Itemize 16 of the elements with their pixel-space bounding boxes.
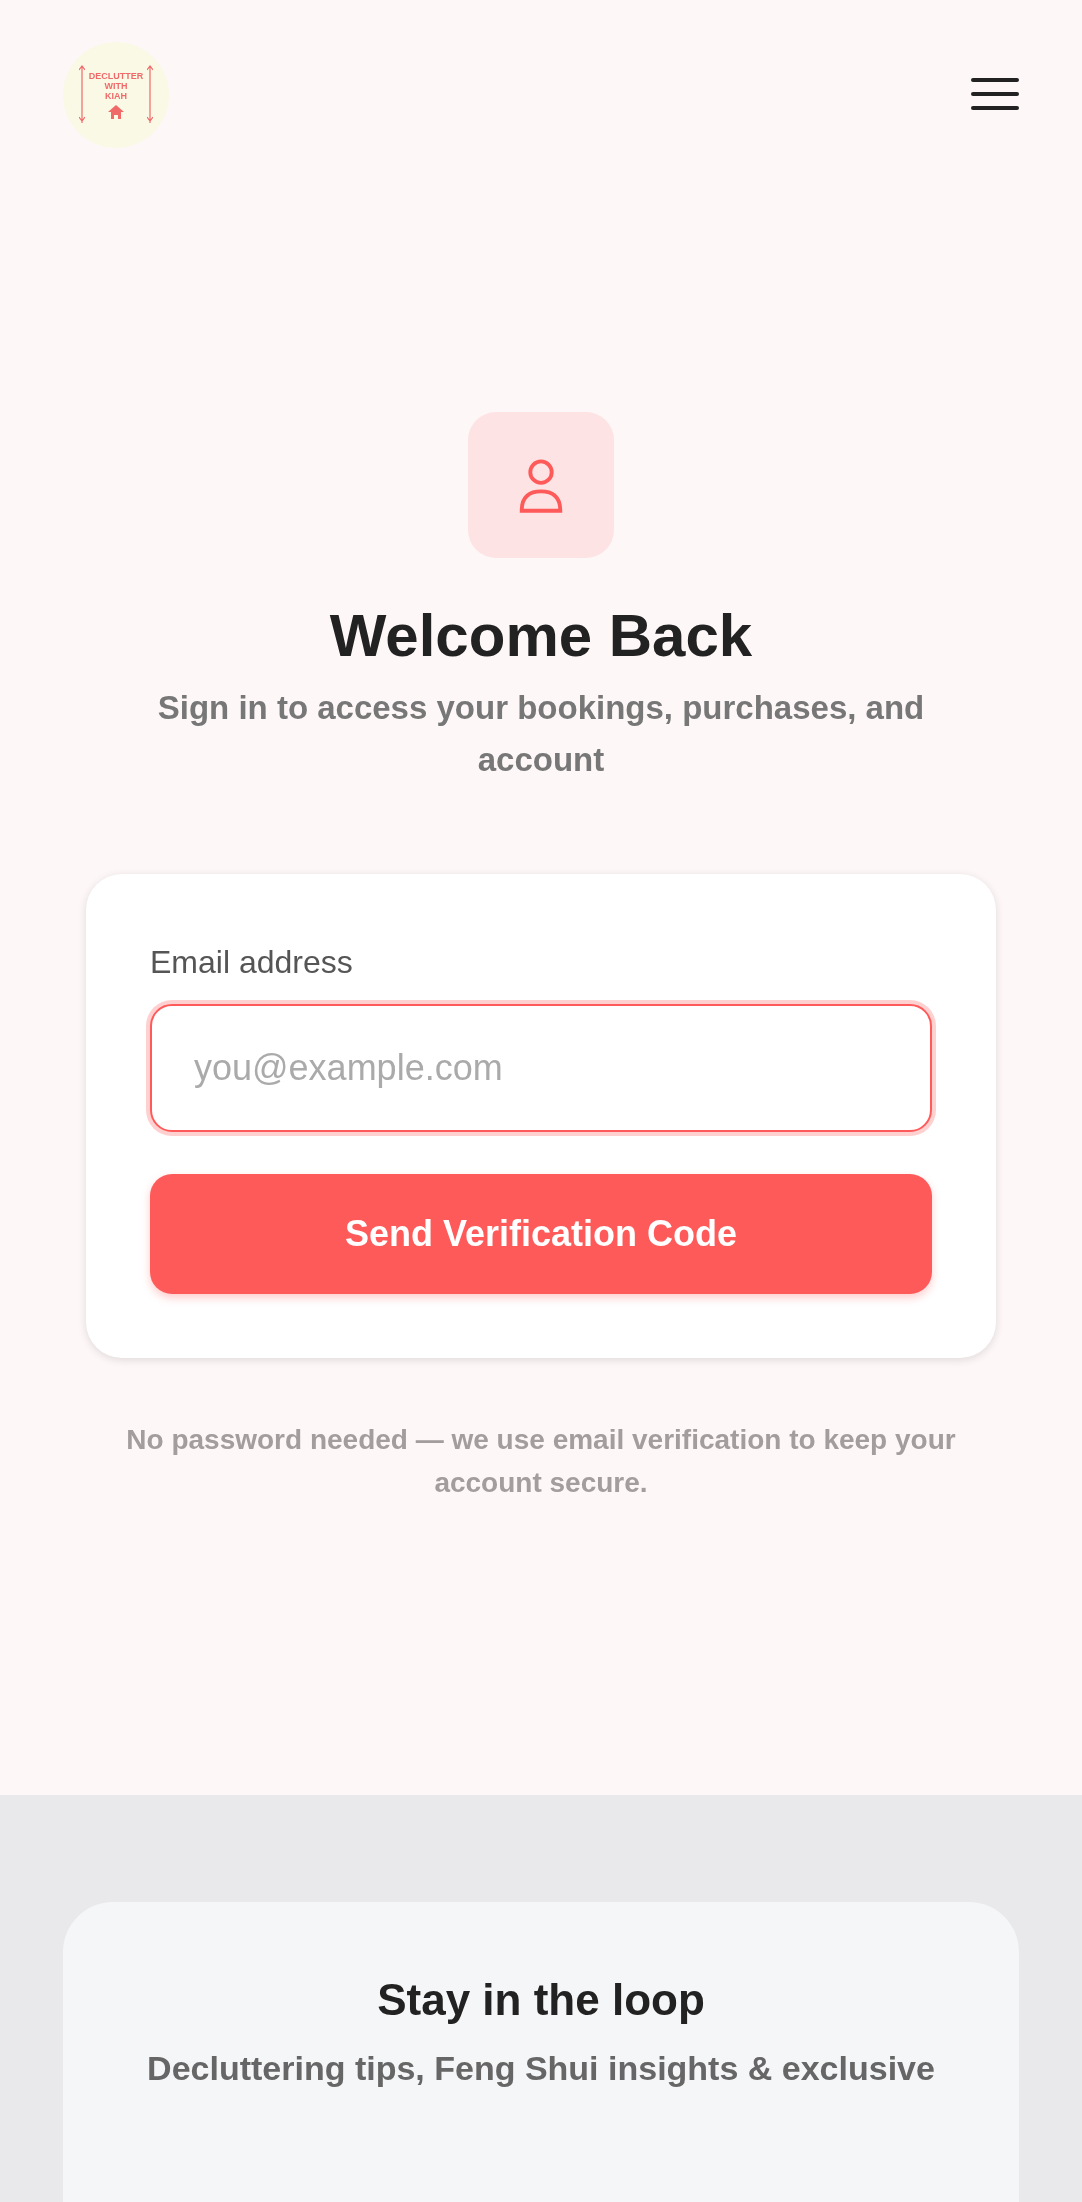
newsletter-description: Decluttering tips, Feng Shui insights & exclusive	[147, 2048, 935, 2089]
arrow-icon	[78, 65, 85, 125]
house-icon	[107, 103, 125, 120]
logo-text: KIAH	[105, 90, 127, 101]
subtitle: Sign in to access your bookings, purchases, and account	[156, 687, 926, 780]
newsletter-title: Stay in the loop	[377, 1974, 705, 2026]
arrow-icon	[147, 65, 154, 125]
send-code-button[interactable]: Send Verification Code	[150, 1173, 932, 1294]
page-title: Welcome Back	[329, 600, 753, 671]
user-icon	[468, 411, 614, 558]
logo[interactable]: DECLUTTER WITH KIAH	[63, 42, 169, 148]
password-note: No password needed — we use email verification to keep your account secure.	[125, 1422, 957, 1500]
email-field[interactable]: you@example.com	[150, 1003, 932, 1132]
field-label: Email address	[150, 942, 354, 982]
logo-text: DECLUTTER	[88, 70, 144, 81]
logo-text: WITH	[104, 80, 128, 91]
